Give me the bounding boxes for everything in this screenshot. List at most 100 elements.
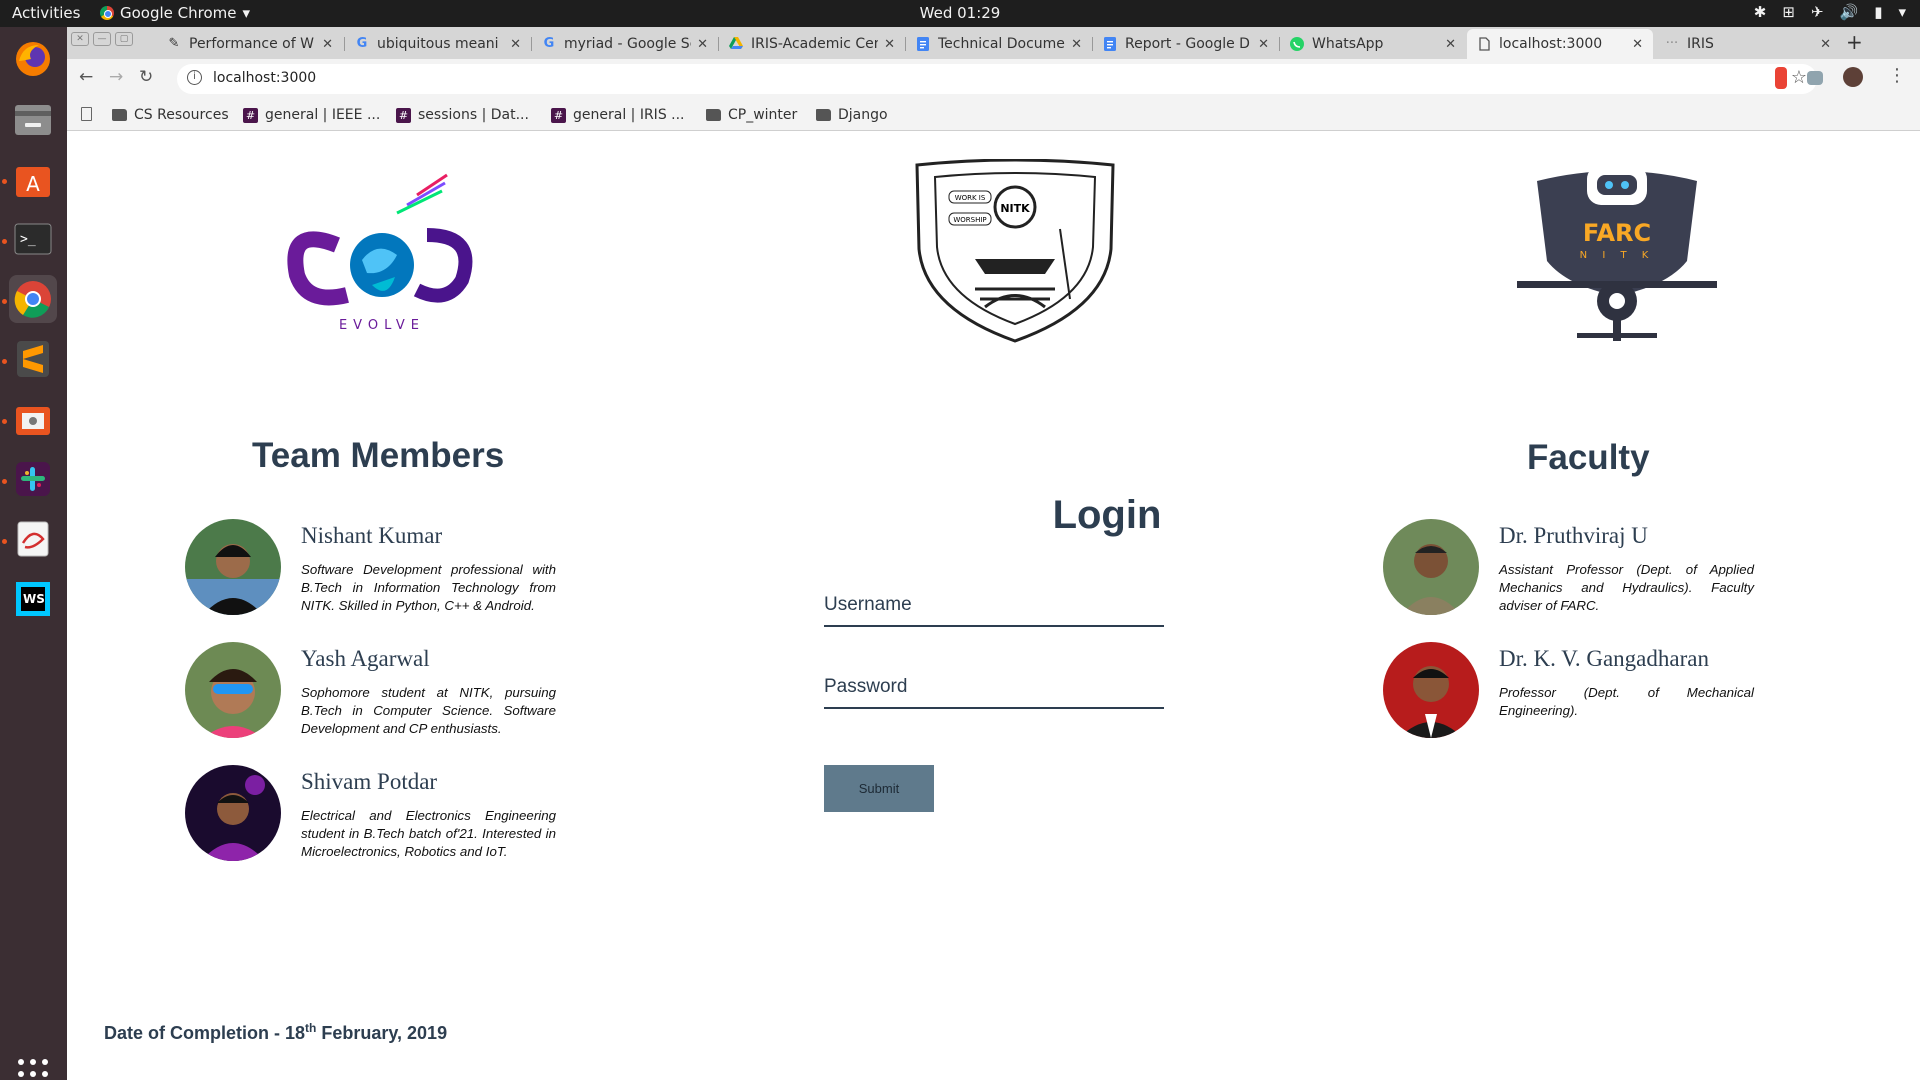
password-field xyxy=(824,667,1164,709)
files-icon[interactable] xyxy=(9,95,57,143)
completion-date-suffix: February, 2019 xyxy=(316,1023,448,1043)
completion-date: Date of Completion - 18th February, 2019 xyxy=(104,1021,447,1044)
close-tab-icon[interactable]: ✕ xyxy=(1071,37,1082,52)
bookmark-item[interactable]: # sessions | Dat... xyxy=(396,107,529,123)
web-page: EVOLVE NITK WORK IS WORSHIP FARC N I T K… xyxy=(67,131,1920,1080)
svg-text:>_: >_ xyxy=(20,232,36,247)
faculty-card: Dr. K. V. Gangadharan Professor (Dept. o… xyxy=(1383,642,1813,742)
slack-icon: # xyxy=(551,107,566,123)
browser-tab[interactable]: G myriad - Google Se ✕ xyxy=(532,29,718,59)
software-center-icon[interactable]: A xyxy=(9,155,57,203)
clock[interactable]: Wed 01:29 xyxy=(0,4,1920,22)
file-manager-icon[interactable] xyxy=(9,395,57,443)
team-member-card: Shivam Potdar Electrical and Electronics… xyxy=(185,765,615,865)
browser-tab[interactable]: ··· IRIS ✕ xyxy=(1655,29,1841,59)
network-icon[interactable]: ⊞ xyxy=(1782,3,1795,21)
browser-tab[interactable]: WhatsApp ✕ xyxy=(1280,29,1466,59)
bookmark-label: Django xyxy=(838,107,888,123)
close-window-button[interactable]: ✕ xyxy=(71,32,89,46)
member-description: Sophomore student at NITK, pursuing B.Te… xyxy=(301,685,556,736)
faculty-card: Dr. Pruthviraj U Assistant Professor (De… xyxy=(1383,519,1813,619)
running-indicator xyxy=(2,359,7,364)
tab-title: myriad - Google Se xyxy=(564,36,692,52)
battery-icon[interactable]: ▮ xyxy=(1874,3,1882,21)
browser-tab-active[interactable]: localhost:3000 ✕ xyxy=(1467,29,1653,59)
show-applications-icon[interactable] xyxy=(18,1059,48,1089)
address-bar[interactable]: i localhost:3000 ☆ xyxy=(177,64,1817,94)
sublime-text-icon[interactable] xyxy=(9,335,57,383)
webstorm-icon[interactable]: WS xyxy=(9,575,57,623)
google-favicon: G xyxy=(356,36,368,51)
bookmark-item[interactable]: CS Resources xyxy=(112,107,229,123)
site-info-icon[interactable]: i xyxy=(187,70,202,85)
bookmark-label: CP_winter xyxy=(728,107,798,123)
chrome-menu-icon[interactable]: ⋮ xyxy=(1888,65,1906,86)
docs-favicon xyxy=(916,37,930,51)
running-indicator xyxy=(2,179,7,184)
motto-text: WORK IS xyxy=(955,194,986,202)
system-top-bar: Activities Google Chrome ▾ Wed 01:29 ✱ ⊞… xyxy=(0,0,1920,27)
browser-tab[interactable]: Technical Docume ✕ xyxy=(906,29,1092,59)
apps-shortcut[interactable] xyxy=(81,107,92,121)
slack-icon: # xyxy=(243,107,258,123)
tab-title: IRIS-Academic Cen xyxy=(751,36,879,52)
power-menu-icon[interactable]: ▾ xyxy=(1898,3,1906,21)
close-tab-icon[interactable]: ✕ xyxy=(1445,37,1456,52)
reload-icon[interactable]: ↻ xyxy=(139,67,153,87)
bookmark-item[interactable]: CP_winter xyxy=(706,107,797,123)
browser-tab[interactable]: IRIS-Academic Cen ✕ xyxy=(719,29,905,59)
pdf-viewer-icon[interactable] xyxy=(9,515,57,563)
maximize-window-button[interactable]: ▢ xyxy=(115,32,133,46)
submit-button[interactable]: Submit xyxy=(824,765,934,812)
tab-title: Technical Docume xyxy=(938,36,1065,52)
member-name: Yash Agarwal xyxy=(301,646,430,671)
bookmark-star-icon[interactable]: ☆ xyxy=(1791,67,1807,88)
tab-title: localhost:3000 xyxy=(1499,36,1603,52)
browser-tab[interactable]: ✎ Performance of W ✕ xyxy=(157,29,343,59)
password-input[interactable] xyxy=(824,667,1164,707)
close-tab-icon[interactable]: ✕ xyxy=(1258,37,1269,52)
slack-icon[interactable] xyxy=(9,455,57,503)
minimize-window-button[interactable]: — xyxy=(93,32,111,46)
airplane-icon[interactable]: ✈ xyxy=(1811,3,1824,21)
volume-icon[interactable]: 🔊 xyxy=(1840,3,1859,21)
team-member-card: Yash Agarwal Sophomore student at NITK, … xyxy=(185,642,615,742)
terminal-icon[interactable]: >_ xyxy=(9,215,57,263)
profile-avatar[interactable] xyxy=(1843,67,1863,87)
bookmark-label: sessions | Dat... xyxy=(418,107,529,123)
running-indicator xyxy=(2,299,7,304)
back-arrow-icon[interactable]: ← xyxy=(79,67,93,87)
browser-tab[interactable]: Report - Google D ✕ xyxy=(1093,29,1279,59)
close-tab-icon[interactable]: ✕ xyxy=(697,37,708,52)
firefox-icon[interactable] xyxy=(9,35,57,83)
completion-date-prefix: Date of Completion - 18 xyxy=(104,1023,306,1043)
extension-icon[interactable] xyxy=(1775,67,1787,89)
close-tab-icon[interactable]: ✕ xyxy=(322,37,333,52)
member-name: Shivam Potdar xyxy=(301,769,438,794)
running-indicator xyxy=(2,239,7,244)
url-text[interactable]: localhost:3000 xyxy=(213,70,316,86)
close-tab-icon[interactable]: ✕ xyxy=(884,37,895,52)
bookmark-item[interactable]: Django xyxy=(816,107,888,123)
new-tab-button[interactable]: + xyxy=(1846,30,1863,54)
slack-tray-icon[interactable]: ✱ xyxy=(1754,3,1767,21)
bookmark-item[interactable]: # general | IEEE ... xyxy=(243,107,380,123)
nitk-emblem: NITK WORK IS WORSHIP xyxy=(905,158,1125,349)
faculty-description: Assistant Professor (Dept. of Applied Me… xyxy=(1499,562,1754,613)
avatar xyxy=(185,765,281,861)
browser-tab[interactable]: G ubiquitous meani ✕ xyxy=(345,29,531,59)
forward-arrow-icon[interactable]: → xyxy=(109,67,123,87)
svg-text:NITK: NITK xyxy=(1000,202,1030,215)
system-tray[interactable]: ✱ ⊞ ✈ 🔊 ▮ ▾ xyxy=(1754,3,1906,21)
bookmark-label: general | IRIS ... xyxy=(573,107,685,123)
chrome-icon[interactable] xyxy=(9,275,57,323)
close-tab-icon[interactable]: ✕ xyxy=(510,37,521,52)
close-tab-icon[interactable]: ✕ xyxy=(1820,37,1831,52)
close-tab-icon[interactable]: ✕ xyxy=(1632,37,1643,52)
username-input[interactable] xyxy=(824,585,1164,625)
extension-icon[interactable] xyxy=(1807,71,1823,85)
tab-title: Performance of W xyxy=(189,36,314,52)
svg-text:WS: WS xyxy=(23,592,45,606)
bookmark-item[interactable]: # general | IRIS ... xyxy=(551,107,685,123)
member-description: Software Development professional with B… xyxy=(301,562,556,613)
